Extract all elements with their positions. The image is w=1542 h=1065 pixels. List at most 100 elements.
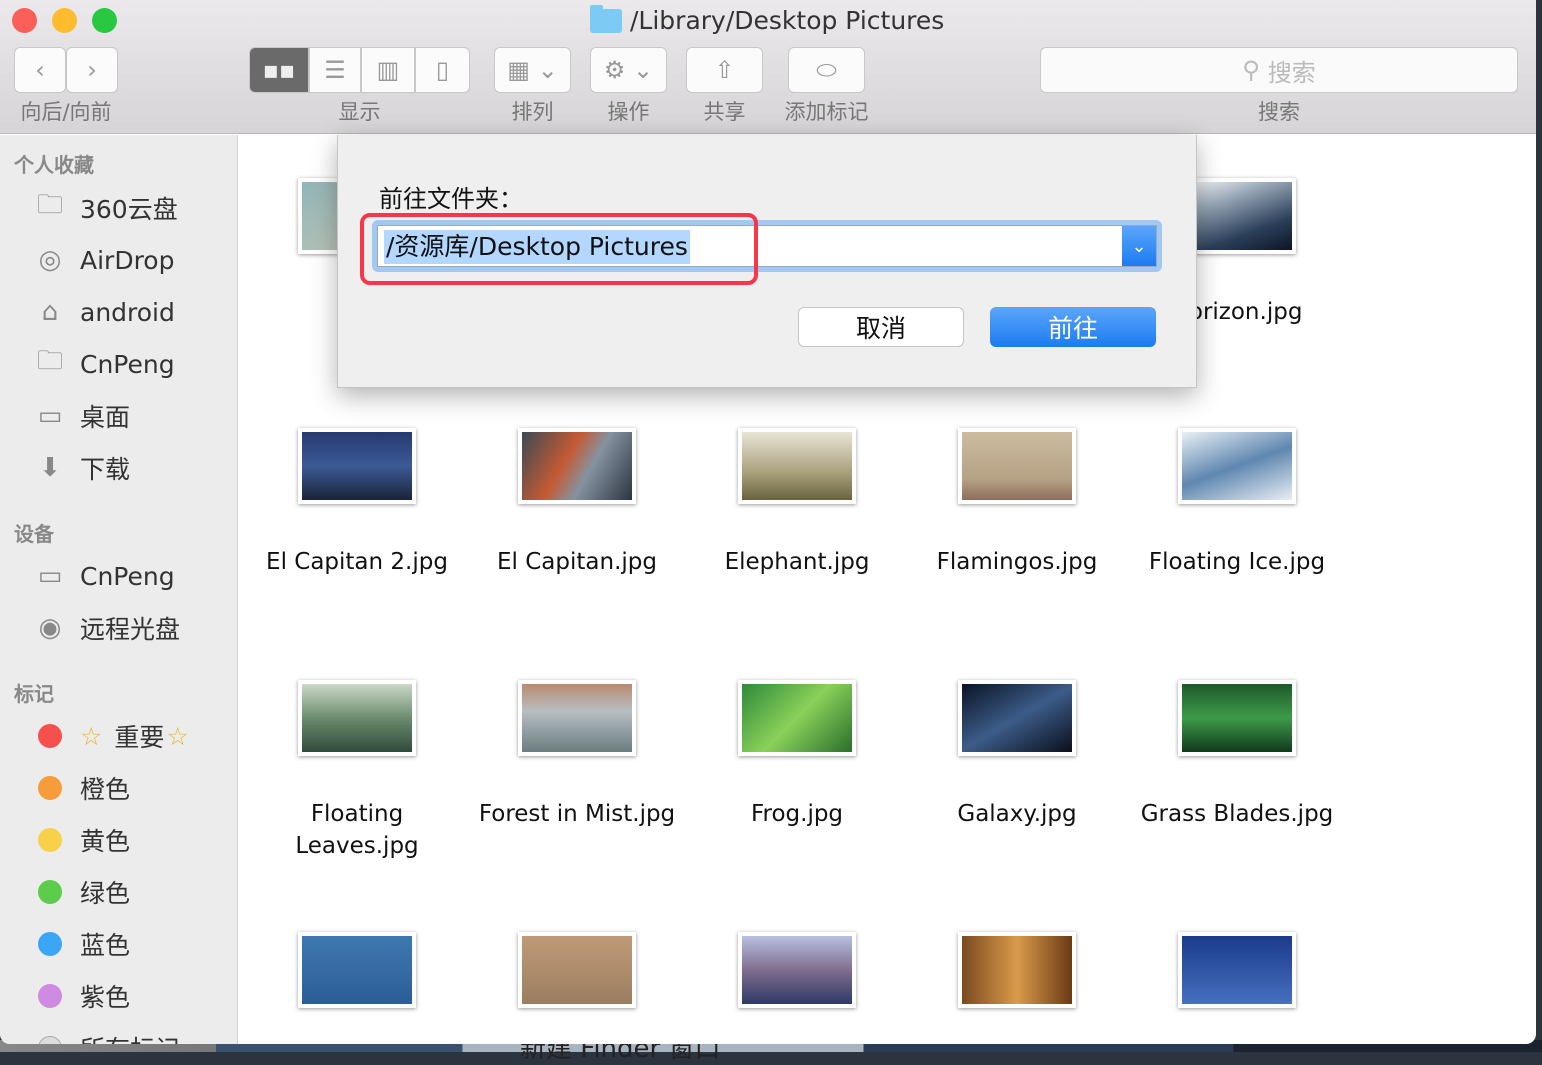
- sidebar-item[interactable]: ◎ AirDrop: [32, 240, 175, 280]
- thumbnail: [738, 932, 856, 1008]
- cancel-button[interactable]: 取消: [798, 307, 964, 347]
- download-icon: ⬇: [39, 453, 61, 483]
- chevron-down-icon: ⌄: [1131, 235, 1147, 257]
- action-label: 操作: [607, 100, 650, 124]
- grid-icon: ▪▪: [262, 56, 296, 84]
- window-title: /Library/Desktop Pictures: [590, 4, 944, 35]
- go-button[interactable]: 前往: [990, 307, 1156, 347]
- column-view-button[interactable]: ▥: [361, 47, 415, 93]
- sidebar-item[interactable]: ▭ CnPeng: [32, 556, 175, 596]
- search-placeholder: 搜索: [1267, 58, 1316, 87]
- thumbnail: [518, 428, 636, 504]
- sidebar-item-label: 紫色: [80, 983, 131, 1012]
- thumbnail: [958, 680, 1076, 756]
- tag-label: 添加标记: [784, 100, 869, 124]
- search-input[interactable]: ⚲ 搜索: [1040, 47, 1518, 93]
- thumbnail: [298, 428, 416, 504]
- file-item[interactable]: Frog.jpg: [687, 680, 907, 830]
- sidebar-item-label: AirDrop: [80, 245, 175, 275]
- file-item[interactable]: [687, 932, 907, 1008]
- file-item[interactable]: Floating Leaves.jpg: [247, 680, 467, 862]
- file-item[interactable]: El Capitan 2.jpg: [247, 428, 467, 578]
- sidebar-item-label: 重要: [114, 723, 165, 752]
- thumbnail: [738, 428, 856, 504]
- thumbnail: [518, 932, 636, 1008]
- file-name: Galaxy.jpg: [957, 801, 1077, 827]
- sidebar-item[interactable]: 🗀 360云盘: [32, 188, 178, 228]
- sidebar-item[interactable]: ⬇ 下载: [32, 448, 130, 488]
- file-item[interactable]: Flamingos.jpg: [907, 428, 1127, 578]
- sidebar-item[interactable]: ◉ 远程光盘: [32, 608, 180, 648]
- minimize-button[interactable]: [52, 8, 77, 33]
- share-button[interactable]: ⇧: [686, 47, 763, 93]
- share-label: 共享: [703, 100, 746, 124]
- file-name: Flamingos.jpg: [936, 549, 1098, 575]
- sidebar-item[interactable]: ⌂ android: [32, 292, 175, 332]
- sidebar-tag[interactable]: 蓝色: [32, 924, 130, 964]
- star-icon: ☆: [80, 721, 103, 751]
- icon-view-button[interactable]: ▪▪: [249, 47, 309, 93]
- thumbnail: [298, 680, 416, 756]
- file-name: Forest in Mist.jpg: [478, 801, 676, 827]
- sidebar-tag[interactable]: 紫色: [32, 976, 130, 1016]
- file-item[interactable]: [907, 932, 1127, 1008]
- file-item[interactable]: [1127, 932, 1347, 1008]
- sidebar-item-label: CnPeng: [80, 561, 175, 591]
- finder-window: /Library/Desktop Pictures ‹ › 向后/向前 ▪▪ ☰…: [0, 0, 1536, 1044]
- toolbar: /Library/Desktop Pictures ‹ › 向后/向前 ▪▪ ☰…: [0, 0, 1536, 134]
- file-name: Elephant.jpg: [724, 549, 870, 575]
- sidebar-item-label: CnPeng: [80, 349, 175, 379]
- tag-color-icon: [38, 828, 62, 852]
- sidebar-all-tags[interactable]: 所有标记: [32, 1028, 180, 1044]
- file-item[interactable]: Galaxy.jpg: [907, 680, 1127, 830]
- search-icon: ⚲: [1242, 56, 1260, 84]
- coverflow-view-button[interactable]: ▯: [415, 47, 470, 93]
- arrange-button[interactable]: ▦ ⌄: [494, 47, 571, 93]
- laptop-icon: ▭: [37, 561, 63, 591]
- sidebar-item[interactable]: 🗀 CnPeng: [32, 344, 175, 384]
- sidebar-item-label: 橙色: [80, 775, 131, 804]
- tag-color-icon: [38, 1036, 62, 1044]
- file-item[interactable]: Elephant.jpg: [687, 428, 907, 578]
- nav-label: 向后/向前: [20, 100, 112, 124]
- back-button[interactable]: ‹: [14, 47, 66, 93]
- thumbnail: [1178, 428, 1296, 504]
- desktop-icon: ▭: [37, 401, 63, 431]
- file-item[interactable]: Floating Ice.jpg: [1127, 428, 1347, 578]
- sidebar-item-label: 桌面: [80, 403, 131, 432]
- sidebar-item-label: 黄色: [80, 827, 131, 856]
- action-button[interactable]: ⚙ ⌄: [590, 47, 667, 93]
- thumbnail: [958, 428, 1076, 504]
- tag-color-icon: [38, 984, 62, 1008]
- file-item[interactable]: Grass Blades.jpg: [1127, 680, 1347, 830]
- file-item[interactable]: [247, 932, 467, 1008]
- arrange-icon: ▦ ⌄: [507, 56, 558, 84]
- close-button[interactable]: [12, 8, 37, 33]
- file-item[interactable]: El Capitan.jpg: [467, 428, 687, 578]
- sidebar-item-label: 所有标记: [80, 1030, 180, 1044]
- sidebar-tag[interactable]: 绿色: [32, 872, 130, 912]
- folder-icon: 🗀: [36, 190, 63, 220]
- file-item[interactable]: [467, 932, 687, 1008]
- zoom-button[interactable]: [92, 8, 117, 33]
- thumbnail: [298, 932, 416, 1008]
- sidebar-tag[interactable]: 黄色: [32, 820, 130, 860]
- thumbnail: [1178, 932, 1296, 1008]
- file-item[interactable]: Forest in Mist.jpg: [467, 680, 687, 830]
- sidebar-item-label: 下载: [80, 455, 131, 484]
- forward-button[interactable]: ›: [66, 47, 118, 93]
- sidebar-tag[interactable]: ☆ 重要 ☆: [32, 716, 189, 756]
- dialog-label: 前往文件夹：: [379, 185, 523, 213]
- favorites-header: 个人收藏: [14, 153, 94, 177]
- add-tag-button[interactable]: ⬭: [788, 47, 865, 93]
- gear-icon: ⚙ ⌄: [603, 56, 654, 84]
- sidebar-item-label: 绿色: [80, 879, 131, 908]
- search-label: 搜索: [1258, 100, 1300, 124]
- thumbnail: [518, 680, 636, 756]
- chevron-right-icon: ›: [87, 56, 97, 84]
- sidebar-item[interactable]: ▭ 桌面: [32, 396, 130, 436]
- list-view-button[interactable]: ☰: [309, 47, 361, 93]
- history-dropdown-button[interactable]: ⌄: [1122, 226, 1156, 266]
- sidebar-tag[interactable]: 橙色: [32, 768, 130, 808]
- tag-color-icon: [38, 880, 62, 904]
